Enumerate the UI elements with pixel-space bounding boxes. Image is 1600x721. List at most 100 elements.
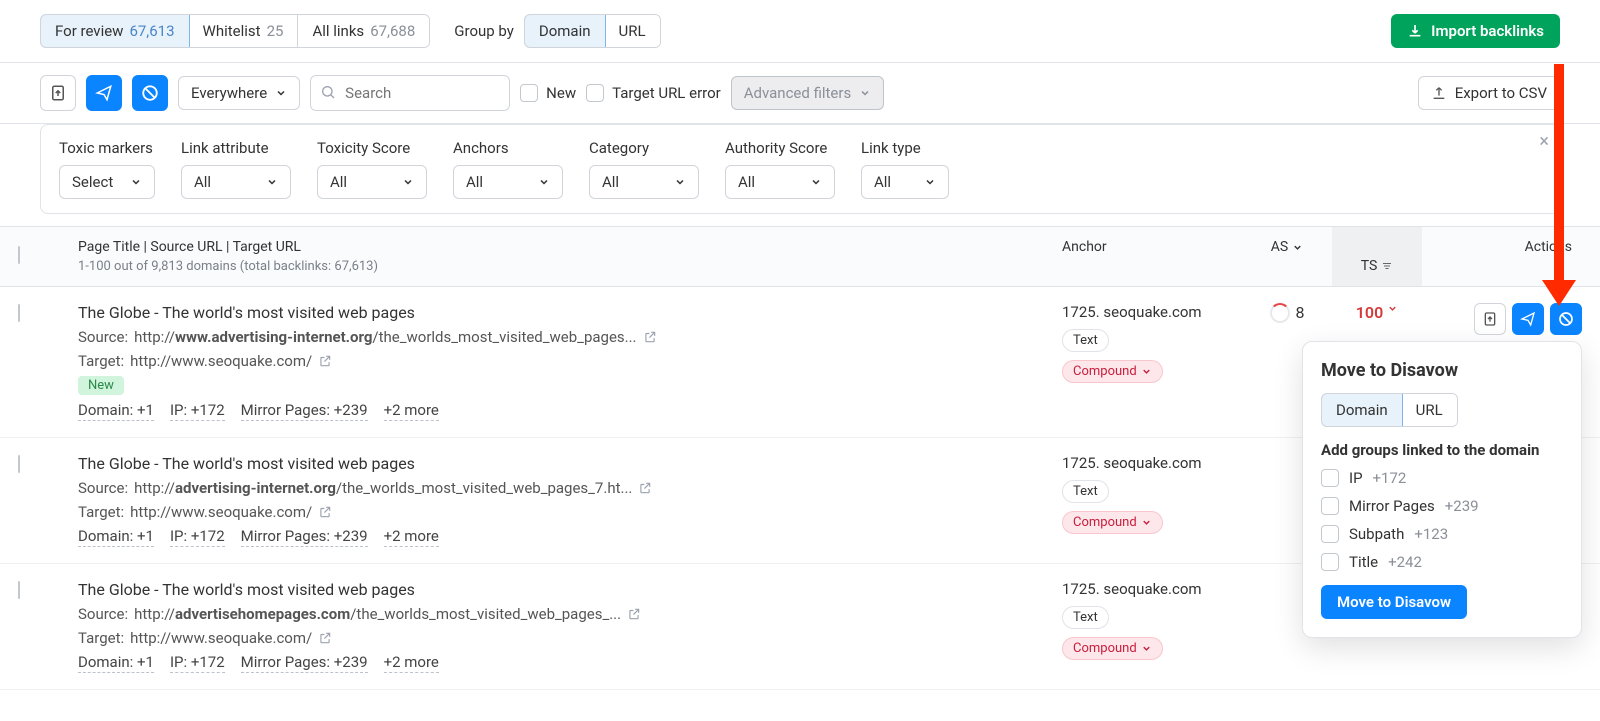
target-url-error-checkbox[interactable]: Target URL error — [586, 84, 721, 102]
row-source[interactable]: Source: http://advertisehomepages.com/th… — [78, 605, 1062, 623]
meta-item[interactable]: Mirror Pages: +239 — [241, 653, 368, 673]
scope-dropdown[interactable]: Everywhere — [178, 76, 300, 110]
row-target[interactable]: Target: http://www.seoquake.com/ — [78, 503, 1062, 521]
meta-item[interactable]: IP: +172 — [170, 401, 225, 421]
tag-compound[interactable]: Compound — [1062, 511, 1163, 534]
meta-item[interactable]: Domain: +1 — [78, 401, 154, 421]
group-name: Title — [1349, 553, 1378, 571]
tag-compound[interactable]: Compound — [1062, 637, 1163, 660]
row-target[interactable]: Target: http://www.seoquake.com/ — [78, 629, 1062, 647]
meta-item[interactable]: IP: +172 — [170, 653, 225, 673]
th-as[interactable]: AS — [1242, 239, 1332, 255]
popup-tab-url[interactable]: URL — [1402, 394, 1457, 426]
row-checkbox[interactable] — [18, 455, 20, 473]
tab-whitelist[interactable]: Whitelist25 — [189, 15, 299, 47]
dropdown-label: Everywhere — [191, 84, 267, 102]
row-send-button[interactable] — [1512, 303, 1544, 335]
row-source[interactable]: Source: http://advertising-internet.org/… — [78, 479, 1062, 497]
upload-icon — [1431, 85, 1447, 101]
select-all-checkbox[interactable] — [18, 246, 20, 264]
filter-link-type[interactable]: All — [861, 165, 949, 199]
tab-all-links[interactable]: All links67,688 — [298, 15, 429, 47]
search-input[interactable] — [310, 75, 510, 111]
ts-value: 100 — [1356, 303, 1383, 322]
advanced-filters-button[interactable]: Advanced filters — [731, 76, 884, 110]
group-by-domain[interactable]: Domain — [524, 14, 606, 48]
checkbox-icon — [520, 84, 538, 102]
move-to-disavow-button[interactable]: Move to Disavow — [1321, 585, 1467, 619]
filter-link-attribute[interactable]: All — [181, 165, 291, 199]
whitelist-icon-button[interactable] — [40, 75, 76, 111]
external-link-icon[interactable] — [318, 505, 332, 519]
row-meta: Domain: +1 IP: +172 Mirror Pages: +239 +2 m… — [78, 527, 1062, 547]
meta-item[interactable]: Mirror Pages: +239 — [241, 527, 368, 547]
as-circle-icon — [1270, 303, 1290, 323]
row-checkbox[interactable] — [18, 304, 20, 322]
popup-group-checkbox[interactable]: Subpath +123 — [1321, 525, 1563, 543]
filter-category[interactable]: All — [589, 165, 699, 199]
group-by-url[interactable]: URL — [605, 15, 660, 47]
tag-compound[interactable]: Compound — [1062, 360, 1163, 383]
close-filters-button[interactable]: × — [1539, 131, 1549, 152]
group-name: Subpath — [1349, 525, 1404, 543]
meta-item[interactable]: Mirror Pages: +239 — [241, 401, 368, 421]
external-link-icon[interactable] — [318, 631, 332, 645]
send-icon-button[interactable] — [86, 75, 122, 111]
row-source[interactable]: Source: http://www.advertising-internet.… — [78, 328, 1062, 346]
new-checkbox[interactable]: New — [520, 84, 576, 102]
meta-item[interactable]: +2 more — [384, 401, 439, 421]
toolbar: Everywhere New Target URL error Advanced… — [0, 63, 1600, 124]
button-label: Advanced filters — [744, 84, 851, 102]
group-count: +123 — [1414, 525, 1448, 543]
row-disavow-button[interactable] — [1550, 303, 1582, 335]
send-icon — [1520, 311, 1536, 327]
filter-anchors[interactable]: All — [453, 165, 563, 199]
cell-main: The Globe - The world's most visited web… — [68, 454, 1062, 547]
external-link-icon[interactable] — [638, 481, 652, 495]
chevron-down-icon — [1292, 242, 1303, 253]
popup-group-checkbox[interactable]: Mirror Pages+239 — [1321, 497, 1563, 515]
disavow-icon-button[interactable] — [132, 75, 168, 111]
row-whitelist-button[interactable] — [1474, 303, 1506, 335]
filter-toxicity-score[interactable]: All — [317, 165, 427, 199]
checkbox-icon — [1321, 525, 1339, 543]
group-count: +239 — [1445, 497, 1479, 515]
popup-tabs: Domain URL — [1321, 393, 1458, 427]
target-url: http://www.seoquake.com/ — [130, 503, 312, 521]
group-by: Group by Domain URL — [454, 14, 660, 48]
annotation-arrow — [1554, 64, 1564, 284]
new-badge: New — [78, 376, 124, 395]
meta-item[interactable]: +2 more — [384, 653, 439, 673]
filter-toxic-markers[interactable]: Select — [59, 165, 155, 199]
search-icon — [320, 84, 336, 100]
meta-item[interactable]: Domain: +1 — [78, 527, 154, 547]
row-checkbox[interactable] — [18, 581, 20, 599]
tab-for-review[interactable]: For review67,613 — [40, 14, 190, 48]
group-count: +242 — [1388, 553, 1422, 571]
external-link-icon[interactable] — [643, 330, 657, 344]
external-link-icon[interactable] — [318, 354, 332, 368]
target-label: Target: — [78, 503, 124, 521]
meta-item[interactable]: Domain: +1 — [78, 653, 154, 673]
filter-value: All — [874, 173, 891, 191]
popup-group-checkbox[interactable]: Title +242 — [1321, 553, 1563, 571]
th-ts[interactable]: TS — [1332, 227, 1422, 286]
external-link-icon[interactable] — [627, 607, 641, 621]
block-icon — [1558, 311, 1574, 327]
option-label: URL — [619, 22, 646, 40]
popup-group-checkbox[interactable]: IP+172 — [1321, 469, 1563, 487]
row-meta: Domain: +1 IP: +172 Mirror Pages: +239 +2 m… — [78, 653, 1062, 673]
filters-panel: × Toxic markersSelect Link attributeAll … — [40, 124, 1560, 214]
import-backlinks-button[interactable]: Import backlinks — [1391, 14, 1560, 48]
filter-authority-score[interactable]: All — [725, 165, 835, 199]
file-arrow-icon — [1482, 311, 1498, 327]
table-row: The Globe - The world's most visited web… — [0, 287, 1600, 438]
meta-item[interactable]: IP: +172 — [170, 527, 225, 547]
chevron-down-icon — [538, 176, 550, 188]
popup-tab-domain[interactable]: Domain — [1321, 393, 1403, 427]
meta-item[interactable]: +2 more — [384, 527, 439, 547]
export-button[interactable]: Export to CSV — [1418, 76, 1560, 110]
popup-title: Move to Disavow — [1321, 360, 1563, 381]
row-target[interactable]: Target: http://www.seoquake.com/ — [78, 352, 1062, 370]
th-anchor[interactable]: Anchor — [1062, 239, 1242, 255]
